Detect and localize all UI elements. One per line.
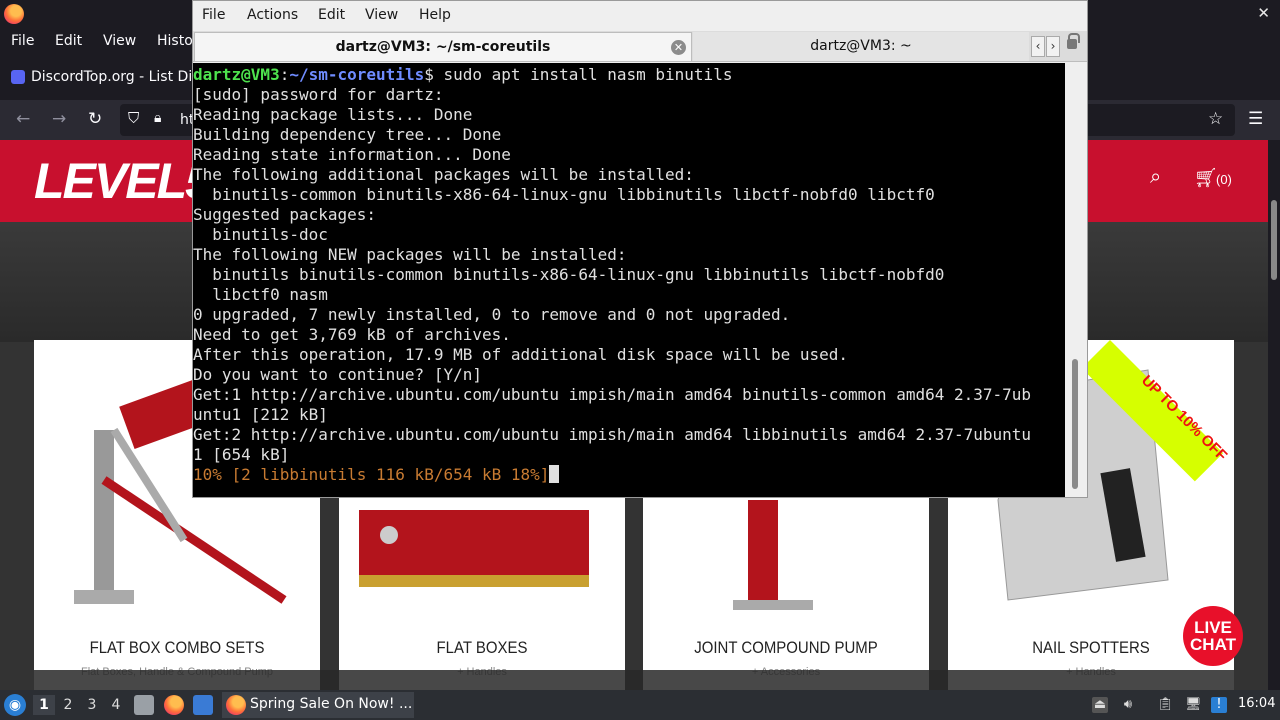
terminal-window: File Actions Edit View Help dartz@VM3: ~… — [192, 0, 1088, 498]
product-title[interactable]: FLAT BOX COMBO SETS — [51, 638, 303, 658]
start-menu-icon[interactable]: ◉ — [4, 694, 26, 716]
product-title[interactable]: NAIL SPOTTERS — [965, 638, 1217, 658]
browser-scrollbar[interactable] — [1268, 140, 1280, 690]
terminal-output-line: Need to get 3,769 kB of archives. — [193, 325, 511, 344]
terminal-menu-help[interactable]: Help — [419, 7, 451, 23]
search-icon[interactable]: ⌕ — [1150, 164, 1161, 188]
terminal-output-line: 1 [654 kB] — [193, 445, 290, 464]
lock-icon[interactable]: 🔒︎ — [154, 110, 161, 126]
terminal-menu-edit[interactable]: Edit — [318, 7, 345, 23]
terminal-output-line: Building dependency tree... Done — [193, 125, 502, 144]
product-title[interactable]: FLAT BOXES — [356, 638, 608, 658]
prompt-command: sudo apt install nasm binutils — [443, 65, 733, 84]
terminal-tab-active[interactable]: dartz@VM3: ~/sm-coreutils ✕ — [194, 32, 692, 61]
forward-arrow-icon[interactable]: → — [52, 109, 66, 129]
terminal-output-line: Get:2 http://archive.ubuntu.com/ubuntu i… — [193, 425, 1032, 444]
terminal-output-line: Reading state information... Done — [193, 145, 511, 164]
tab-close-icon[interactable]: ✕ — [671, 40, 686, 55]
terminal-menu-view[interactable]: View — [365, 7, 398, 23]
terminal-output-line: binutils binutils-common binutils-x86-64… — [193, 265, 945, 284]
taskbar: ◉ 1 2 3 4 Spring Sale On Now! ... ⏏ 🔊︎ 📋… — [0, 690, 1280, 720]
terminal-tab-title: dartz@VM3: ~/sm-coreutils — [335, 39, 551, 55]
menu-file[interactable]: File — [11, 33, 34, 49]
terminal-tab-inactive[interactable]: dartz@VM3: ~ — [693, 32, 1029, 61]
product-title[interactable]: JOINT COMPOUND PUMP — [660, 638, 912, 658]
terminal-output-line: 0 upgraded, 7 newly installed, 0 to remo… — [193, 305, 791, 324]
network-icon[interactable]: 🖥︎ — [1185, 697, 1202, 713]
site-logo[interactable]: LEVEL5 — [34, 152, 213, 210]
lock-icon[interactable] — [1067, 33, 1080, 49]
bookmark-star-icon[interactable]: ☆ — [1208, 109, 1223, 129]
window-close-icon[interactable]: ✕ — [1257, 4, 1270, 22]
terminal-output-line: libctf0 nasm — [193, 285, 328, 304]
terminal-output-line: The following additional packages will b… — [193, 165, 694, 184]
cart-count[interactable]: (0) — [1216, 172, 1232, 187]
terminal-tabbar: dartz@VM3: ~/sm-coreutils ✕ dartz@VM3: ~… — [193, 31, 1087, 62]
clipboard-icon[interactable]: 📋︎ — [1157, 697, 1174, 713]
terminal-output-line: After this operation, 17.9 MB of additio… — [193, 345, 849, 364]
terminal-output-line: binutils-common binutils-x86-64-linux-gn… — [193, 185, 935, 204]
workspace-2[interactable]: 2 — [57, 695, 79, 715]
site-bottom-overlay — [34, 670, 1234, 690]
workspace-3[interactable]: 3 — [81, 695, 103, 715]
menu-history[interactable]: Histo — [157, 33, 193, 49]
volume-icon[interactable]: 🔊︎ — [1120, 697, 1136, 713]
tray-eject-icon[interactable]: ⏏ — [1092, 697, 1108, 713]
terminal-output-line: binutils-doc — [193, 225, 328, 244]
text-cursor — [549, 465, 560, 483]
clock[interactable]: 16:04 — [1238, 696, 1275, 711]
terminal-output-line: The following NEW packages will be insta… — [193, 245, 627, 264]
file-manager-icon[interactable] — [134, 695, 154, 715]
shield-icon[interactable]: ⛉ — [128, 109, 139, 127]
reload-icon[interactable]: ↻ — [88, 109, 102, 129]
terminal-scrollbar-thumb[interactable] — [1072, 359, 1078, 489]
firefox-icon — [4, 4, 24, 24]
terminal-output[interactable]: dartz@VM3:~/sm-coreutils$ sudo apt insta… — [193, 63, 1065, 497]
terminal-menu-file[interactable]: File — [202, 7, 225, 23]
back-arrow-icon[interactable]: ← — [16, 109, 30, 129]
menu-edit[interactable]: Edit — [55, 33, 82, 49]
prompt-symbol: $ — [424, 65, 444, 84]
cart-icon[interactable]: 🛒︎ — [1194, 166, 1218, 189]
terminal-output-line: [sudo] password for dartz: — [193, 85, 444, 104]
terminal-output-line: Do you want to continue? [Y/n] — [193, 365, 482, 384]
tab-scroll-left-icon[interactable]: ‹ — [1031, 36, 1045, 57]
prompt-colon: : — [279, 65, 290, 84]
prompt-user-host: dartz@VM3 — [193, 65, 280, 84]
prompt-path: ~/sm-coreutils — [289, 65, 425, 84]
firefox-launcher-icon[interactable] — [164, 695, 184, 715]
browser-scrollbar-thumb[interactable] — [1271, 200, 1277, 280]
terminal-tab-title: dartz@VM3: ~ — [810, 38, 912, 54]
terminal-scrollbar[interactable] — [1065, 63, 1087, 497]
live-chat-button[interactable]: LIVE CHAT — [1183, 606, 1243, 666]
browser-tab-title[interactable]: DiscordTop.org - List Dis — [31, 69, 200, 85]
firefox-icon — [226, 695, 246, 715]
notification-icon[interactable]: ! — [1211, 697, 1227, 713]
taskbar-task-label: Spring Sale On Now! ... — [250, 696, 413, 712]
terminal-output-line: Suggested packages: — [193, 205, 377, 224]
prompt-line: dartz@VM3:~/sm-coreutils$ sudo apt insta… — [193, 65, 1065, 85]
terminal-menubar: File Actions Edit View Help — [193, 1, 1087, 31]
terminal-launcher-icon[interactable] — [193, 695, 213, 715]
terminal-output-line: Reading package lists... Done — [193, 105, 473, 124]
menu-view[interactable]: View — [103, 33, 136, 49]
tab-scroll-right-icon[interactable]: › — [1046, 36, 1060, 57]
progress-text: 10% [2 libbinutils 116 kB/654 kB 18%] — [193, 465, 550, 484]
hamburger-menu-icon[interactable]: ☰ — [1248, 109, 1263, 129]
discord-favicon-icon — [11, 70, 25, 84]
output-lines: [sudo] password for dartz: Reading packag… — [193, 85, 1065, 465]
terminal-output-line: untu1 [212 kB] — [193, 405, 328, 424]
workspace-4[interactable]: 4 — [105, 695, 127, 715]
terminal-menu-actions[interactable]: Actions — [247, 7, 298, 23]
workspace-1[interactable]: 1 — [33, 695, 55, 715]
progress-line: 10% [2 libbinutils 116 kB/654 kB 18%] — [193, 465, 1065, 485]
terminal-output-line: Get:1 http://archive.ubuntu.com/ubuntu i… — [193, 385, 1032, 404]
taskbar-firefox-task[interactable]: Spring Sale On Now! ... — [222, 692, 414, 718]
